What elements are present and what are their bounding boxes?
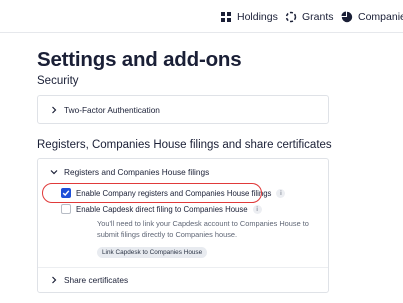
check-icon	[62, 190, 70, 197]
nav-companies[interactable]: Companies	[341, 9, 403, 25]
nav-grants-label: Grants	[302, 11, 334, 23]
divider	[38, 267, 328, 268]
info-icon[interactable]: i	[252, 204, 262, 214]
top-navigation: Holdings Grants Companies	[0, 0, 403, 33]
chevron-down-icon	[50, 170, 58, 175]
enable-registers-label[interactable]: Enable Company registers and Companies H…	[76, 189, 271, 198]
capdesk-link-note: You'll need to link your Capdesk account…	[97, 219, 309, 239]
nav-companies-label: Companies	[358, 11, 403, 23]
enable-capdesk-filing-checkbox[interactable]	[61, 204, 71, 214]
share-certificates-label: Share certificates	[64, 275, 129, 285]
nav-holdings-label: Holdings	[237, 11, 278, 23]
dashed-circle-icon	[285, 11, 297, 23]
enable-registers-option: Enable Company registers and Companies H…	[61, 188, 286, 198]
pie-chart-icon	[341, 11, 353, 23]
two-factor-panel: Two-Factor Authentication	[37, 95, 329, 124]
security-heading: Security	[37, 75, 79, 87]
nav-grants[interactable]: Grants	[285, 9, 334, 25]
chevron-right-icon	[52, 276, 57, 284]
registers-panel: Registers and Companies House filings En…	[37, 158, 329, 293]
two-factor-toggle[interactable]: Two-Factor Authentication	[50, 105, 160, 115]
enable-capdesk-filing-label[interactable]: Enable Capdesk direct filing to Companie…	[76, 205, 248, 214]
registers-panel-title: Registers and Companies House filings	[64, 167, 210, 177]
link-capdesk-button[interactable]: Link Capdesk to Companies House	[97, 247, 208, 258]
grid-icon	[221, 12, 231, 22]
share-certificates-toggle[interactable]: Share certificates	[50, 275, 128, 285]
registers-panel-toggle[interactable]: Registers and Companies House filings	[50, 167, 209, 177]
registers-heading: Registers, Companies House filings and s…	[37, 139, 332, 151]
chevron-right-icon	[52, 106, 57, 114]
enable-capdesk-filing-option: Enable Capdesk direct filing to Companie…	[61, 204, 262, 214]
two-factor-label: Two-Factor Authentication	[64, 105, 160, 115]
nav-holdings[interactable]: Holdings	[220, 9, 278, 25]
page-title: Settings and add-ons	[37, 48, 242, 71]
enable-registers-checkbox[interactable]	[61, 188, 71, 198]
info-icon[interactable]: i	[276, 188, 286, 198]
